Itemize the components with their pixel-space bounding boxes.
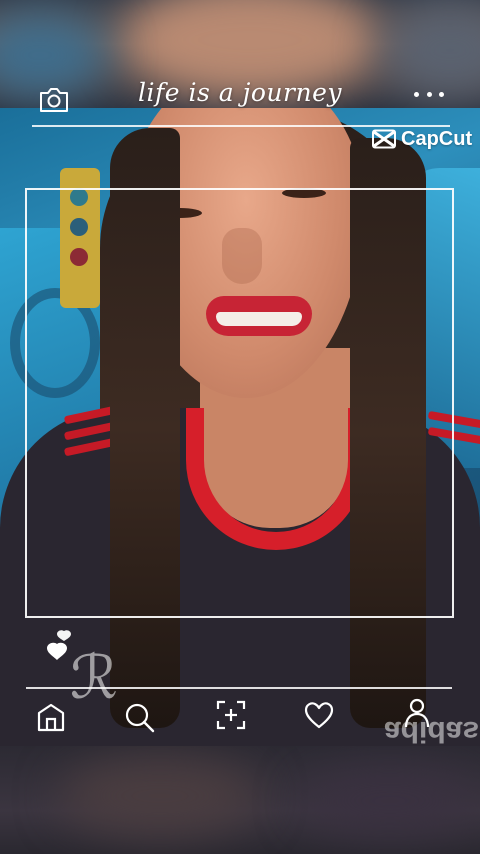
add-post-icon[interactable] [214,698,248,732]
search-icon[interactable] [122,700,156,734]
profile-icon[interactable] [400,696,434,730]
more-dots-icon[interactable] [414,92,444,100]
heart-outline-icon[interactable] [302,698,336,732]
photo-frame [25,188,454,618]
overlay-title: life is a journey [138,78,342,107]
camera-icon[interactable] [38,86,70,114]
capcut-watermark: CapCut [372,126,472,152]
capcut-logo-icon [372,129,396,149]
bottom-divider [26,687,452,689]
home-icon[interactable] [34,700,68,734]
heart-filled-icon[interactable] [44,628,74,664]
blurred-background-bottom [0,746,480,854]
capcut-watermark-text: CapCut [401,127,473,150]
